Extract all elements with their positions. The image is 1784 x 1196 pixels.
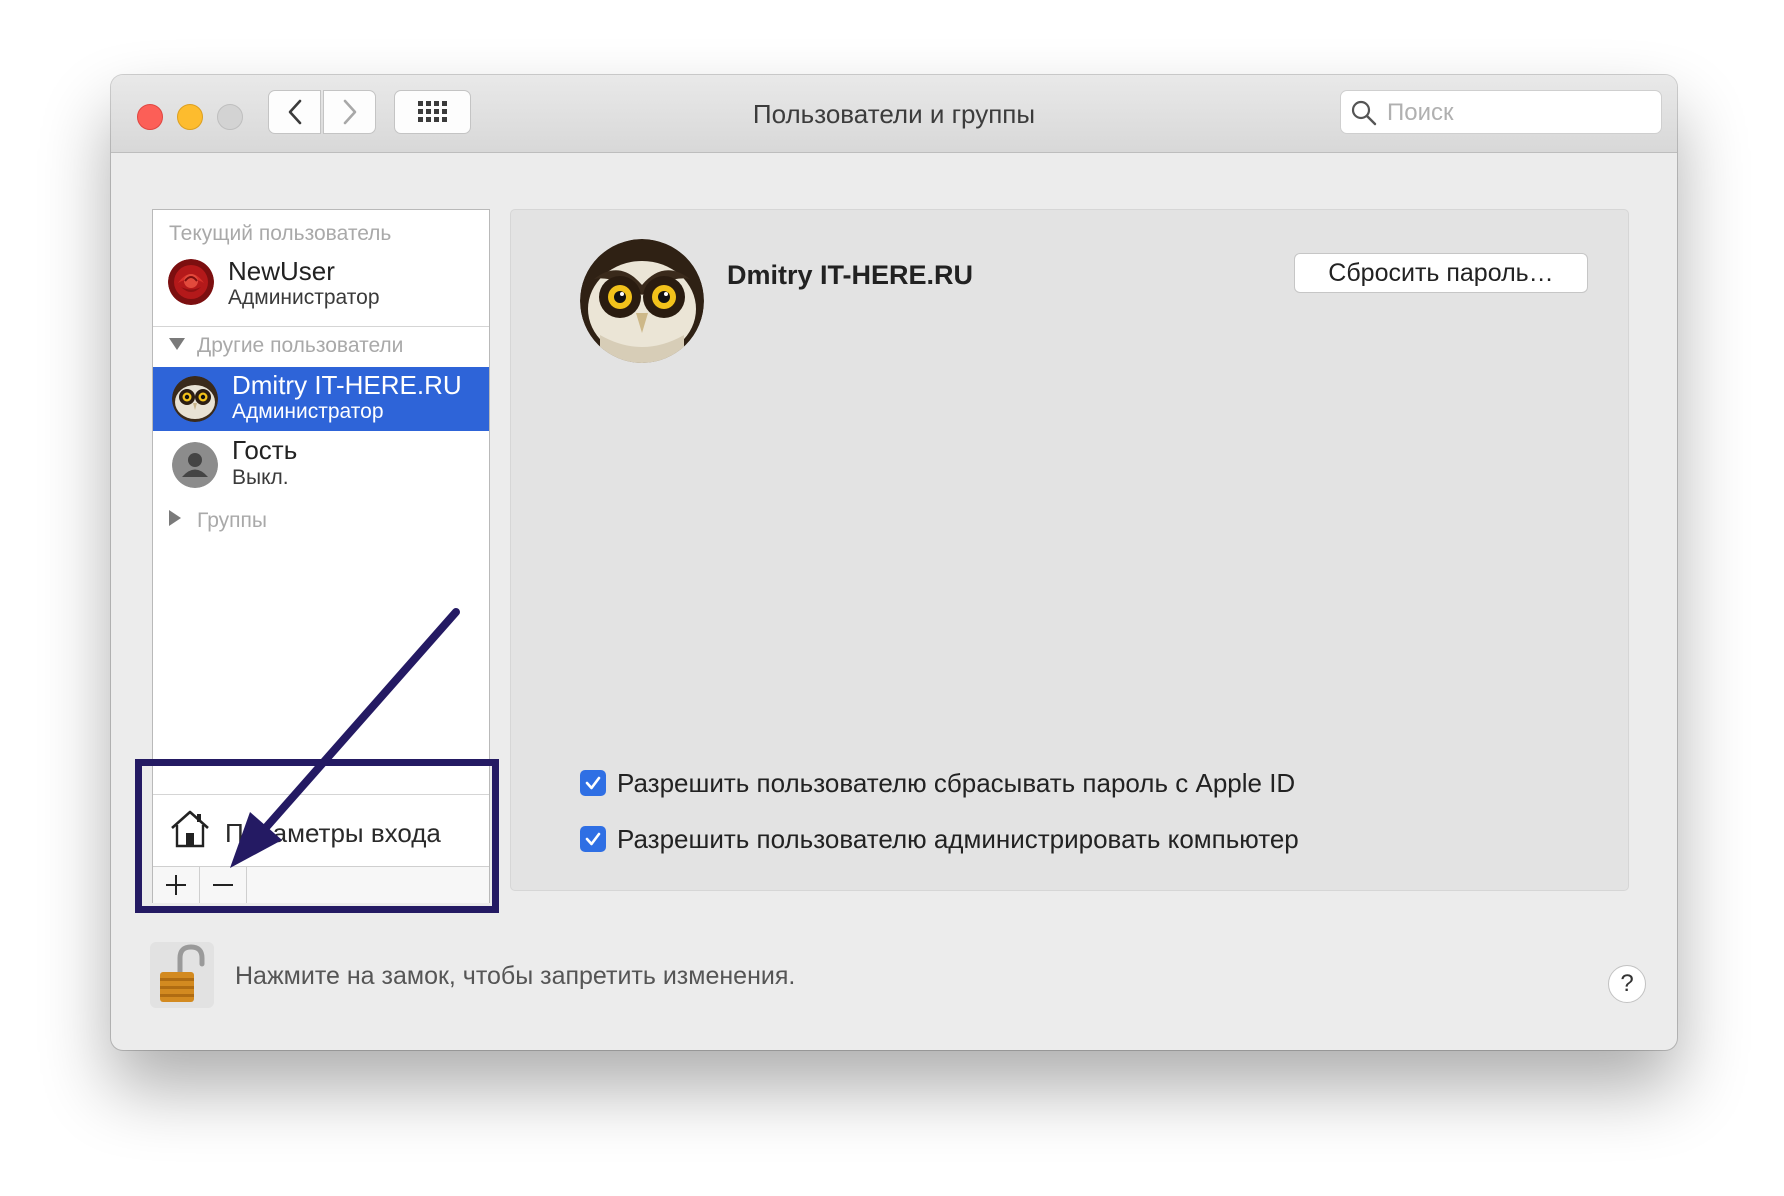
user-name: NewUser (228, 256, 335, 286)
rose-avatar (168, 259, 214, 305)
annotation-highlight-box (135, 759, 499, 913)
other-users-header: Другие пользователи (197, 334, 404, 357)
guest-avatar (172, 442, 218, 488)
user-name: Dmitry IT-HERE.RU (232, 370, 462, 400)
detail-user-name: Dmitry IT-HERE.RU (727, 260, 974, 290)
allow-admin-option[interactable]: Разрешить пользователю администрировать … (580, 822, 1299, 856)
search-input[interactable] (1385, 97, 1657, 129)
user-role: Выкл. (232, 466, 289, 489)
current-user-header: Текущий пользователь (169, 222, 392, 245)
checkbox-label: Разрешить пользователю администрировать … (617, 823, 1299, 854)
user-row-guest[interactable]: Гость Выкл. (153, 435, 489, 499)
lock-hint-text: Нажмите на замок, чтобы запретить измене… (235, 962, 796, 990)
disclosure-collapsed-icon[interactable] (169, 510, 181, 526)
search-field[interactable] (1340, 90, 1662, 134)
checkmark-icon (585, 776, 601, 790)
checkbox-label: Разрешить пользователю сбрасывать пароль… (617, 767, 1296, 798)
titlebar: Пользователи и группы (111, 75, 1677, 153)
groups-header[interactable]: Группы (197, 509, 267, 533)
user-row-current[interactable]: NewUser Администратор (153, 253, 489, 317)
allow-admin-checkbox[interactable] (580, 826, 606, 852)
search-icon (1351, 100, 1377, 126)
user-role: Администратор (228, 286, 380, 309)
reset-password-button[interactable]: Сбросить пароль… (1294, 253, 1588, 293)
user-detail-panel: Dmitry IT-HERE.RU Сбросить пароль… Разре… (510, 209, 1629, 891)
allow-reset-apple-id-checkbox[interactable] (580, 770, 606, 796)
checkmark-icon (585, 832, 601, 846)
divider (153, 326, 489, 327)
allow-reset-apple-id-option[interactable]: Разрешить пользователю сбрасывать пароль… (580, 766, 1295, 800)
owl-avatar (172, 376, 218, 422)
user-name: Гость (232, 435, 298, 465)
help-button[interactable]: ? (1608, 965, 1646, 1003)
owl-avatar-large[interactable] (580, 239, 704, 363)
user-role: Администратор (232, 400, 384, 423)
padlock-unlocked-icon[interactable] (150, 942, 214, 1008)
disclosure-expanded-icon[interactable] (169, 338, 185, 350)
user-row-dmitry[interactable]: Dmitry IT-HERE.RU Администратор (153, 367, 489, 431)
